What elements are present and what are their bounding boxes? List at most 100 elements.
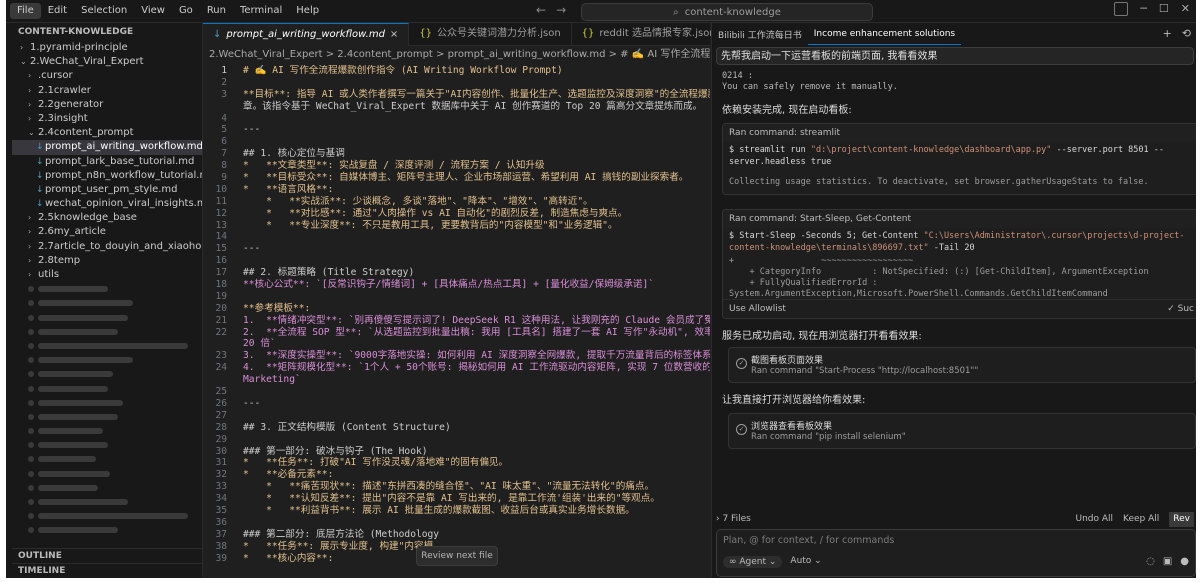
tree-folder[interactable]: › 2.1crawler [12, 84, 202, 98]
tree-file[interactable]: ↓prompt_n8n_workflow_tutorial.md [12, 169, 202, 183]
code-line[interactable]: 36 [203, 517, 710, 529]
command-center-search[interactable]: ⌕ content-knowledge [581, 3, 873, 21]
code-line[interactable]: 32 * **必备元素**: [203, 469, 710, 481]
code-line[interactable]: 7 ## 1. 核心定位与基调 [203, 148, 710, 160]
editor-tab[interactable]: {} reddit 选品情报专家.json [572, 23, 727, 45]
tree-file[interactable]: ↓wechat_opinion_viral_insights.md [12, 197, 202, 211]
code-line[interactable]: 21 1. **情绪冲突型**: `别再傻傻写提示词了! DeepSeek R1 … [203, 315, 710, 327]
code-line[interactable]: 8 * **文章类型**: 实战复盘 / 深度评测 / 流程方案 / 认知升级 [203, 160, 710, 172]
obscured-file-row[interactable] [12, 339, 202, 353]
tool-call-card[interactable]: ✓ 浏览器查看看板效果 Ran command "pip install sel… [728, 413, 1196, 449]
tree-folder[interactable]: › 2.3insight [12, 112, 202, 126]
tree-folder[interactable]: › 2.7article_to_douyin_and_xiaohongshu [12, 240, 202, 254]
composer-placeholder[interactable]: Plan, @ for context, / for commands [723, 535, 894, 546]
files-count[interactable]: 7 Files [722, 514, 750, 524]
obscured-file-row[interactable] [12, 367, 202, 381]
code-line[interactable]: 12 * **对比感**: 通过"人肉操作 vs AI 自动化"的剧烈反差, 制… [203, 208, 710, 220]
menu-view[interactable]: View [134, 0, 172, 22]
code-line[interactable]: 6 [203, 136, 710, 148]
code-line[interactable]: 22 2. **全流程 SOP 型**: `从选题监控到批量出稿: 我用 [工具名… [203, 327, 710, 339]
use-allowlist-button[interactable]: Use Allowlist [729, 304, 786, 314]
tree-file[interactable]: ↓prompt_user_pm_style.md [12, 183, 202, 197]
code-line[interactable]: 31 * **任务**: 打破"AI 写作没灵魂/落地难"的固有偏见。 [203, 457, 710, 469]
code-line[interactable]: 9 * **目标受众**: 自媒体博主、矩阵号主理人、企业市场部运营、希望利用 A… [203, 172, 710, 184]
code-line[interactable]: 13 * **专业深度**: 不只是教用工具, 更要教背后的"内容模型"和"业务… [203, 220, 710, 232]
menu-help[interactable]: Help [289, 0, 326, 22]
menu-file[interactable]: File [10, 3, 41, 19]
obscured-file-row[interactable] [12, 282, 202, 296]
chat-tab[interactable]: Income enhancement solutions [807, 24, 962, 45]
code-line[interactable]: 29 [203, 434, 710, 446]
code-line[interactable]: 26 --- [203, 398, 710, 410]
obscured-file-row[interactable] [12, 353, 202, 367]
command-title[interactable]: Ran command: streamlit [723, 124, 1196, 142]
new-chat-icon[interactable]: + [1163, 27, 1172, 40]
menu-edit[interactable]: Edit [41, 0, 74, 22]
code-line[interactable]: 1 # ✍️ AI 写作全流程爆款创作指令 (AI Writing Workflo… [203, 65, 710, 77]
undo-all-button[interactable]: Undo All [1075, 512, 1113, 527]
menu-terminal[interactable]: Terminal [233, 0, 289, 22]
code-line[interactable]: 10 * **语言风格**: [203, 184, 710, 196]
command-title[interactable]: Ran command: Start-Sleep, Get-Content [723, 210, 1196, 228]
editor-tab[interactable]: ↓ prompt_ai_writing_workflow.md × [203, 23, 410, 46]
code-line[interactable]: 19 [203, 291, 710, 303]
tree-folder[interactable]: › utils [12, 268, 202, 282]
code-line[interactable]: 34 * **认知反差**: 提出"内容不是靠 AI 写出来的, 是靠工作流'组… [203, 493, 710, 505]
code-line[interactable]: 27 [203, 410, 710, 422]
code-line[interactable]: 14 [203, 231, 710, 243]
obscured-file-row[interactable] [12, 509, 202, 523]
close-icon[interactable]: ✕ [1181, 2, 1190, 16]
editor-tab[interactable]: {} 公众号关键词潜力分析.json [409, 23, 572, 45]
code-line[interactable]: 33 * **痛苦现状**: 描述"东拼西凑的缝合怪"、"AI 味太重"、"流量… [203, 481, 710, 493]
obscured-file-row[interactable] [12, 495, 202, 509]
tree-folder[interactable]: ⌄ 2.4content_prompt [12, 126, 202, 140]
code-line[interactable]: 16 [203, 255, 710, 267]
tree-folder[interactable]: › 2.6my_article [12, 225, 202, 239]
obscured-file-row[interactable] [12, 438, 202, 452]
obscured-file-row[interactable] [12, 325, 202, 339]
keep-all-button[interactable]: Keep All [1123, 512, 1159, 527]
code-line[interactable]: 20 **参考模板**: [203, 303, 710, 315]
layout-icon[interactable] [1114, 2, 1129, 16]
code-line[interactable]: 30 ### 第一部分: 破冰与钩子 (The Hook) [203, 446, 710, 458]
code-line[interactable]: 28 ## 3. 正文结构模版 (Content Structure) [203, 422, 710, 434]
code-line[interactable]: 5 --- [203, 124, 710, 136]
breadcrumb[interactable]: 2.WeChat_Viral_Expert > 2.4content_promp… [203, 46, 710, 64]
code-line[interactable]: 37 ### 第二部分: 底层方法论 (Methodology [203, 529, 710, 541]
code-line[interactable]: 17 ## 2. 标题策略 (Title Strategy) [203, 267, 710, 279]
tree-folder[interactable]: › 2.2generator [12, 98, 202, 112]
review-next-file-button[interactable]: Review next file [416, 546, 498, 566]
model-selector[interactable]: Auto ⌄ [790, 556, 821, 568]
code-line[interactable]: 25 [203, 386, 710, 398]
code-line[interactable]: 3 **目标**: 指导 AI 或人类作者撰写一篇关于"AI内容创作、批量化生产、… [203, 89, 710, 101]
obscured-file-row[interactable] [12, 481, 202, 495]
code-line[interactable]: Marketing` [203, 374, 710, 386]
agent-mode-button[interactable]: ∞ Agent ⌄ [723, 556, 783, 568]
tree-folder[interactable]: › 1.pyramid-principle [12, 41, 202, 55]
image-icon[interactable]: ▣ [1163, 556, 1172, 567]
menu-run[interactable]: Run [200, 0, 233, 22]
obscured-file-row[interactable] [12, 424, 202, 438]
menu-go[interactable]: Go [172, 0, 200, 22]
obscured-file-row[interactable] [12, 296, 202, 310]
code-line[interactable]: 20 倍` [203, 338, 710, 350]
forward-arrow-icon[interactable]: → [556, 3, 566, 17]
obscured-file-row[interactable] [12, 382, 202, 396]
code-line[interactable]: 15 --- [203, 243, 710, 255]
code-line[interactable]: 24 4. **矩阵规模化型**: `1个人 + 50个账号: 揭秘如何用 AI … [203, 362, 710, 374]
timeline-section[interactable]: TIMELINE [12, 563, 208, 578]
code-line[interactable]: 4 [203, 113, 710, 125]
maximize-icon[interactable]: ☐ [1159, 2, 1169, 16]
code-view[interactable]: 1 # ✍️ AI 写作全流程爆款创作指令 (AI Writing Workflo… [203, 65, 710, 578]
code-line[interactable]: 章。该指令基于 WeChat_Viral_Expert 数据库中关于 AI 创作… [203, 101, 710, 113]
code-line[interactable]: 35 * **利益背书**: 展示 AI 批量生成的爆款截图、收益后台或真实业务… [203, 505, 710, 517]
tree-file[interactable]: ↓prompt_ai_writing_workflow.md [12, 140, 202, 155]
obscured-file-row[interactable] [12, 523, 202, 537]
obscured-file-row[interactable] [12, 467, 202, 481]
user-message[interactable]: 先帮我启动一下运营看板的前端页面, 我看看效果 [716, 47, 1194, 65]
send-icon[interactable]: ● [1180, 556, 1189, 567]
chat-composer[interactable]: Plan, @ for context, / for commands ∞ Ag… [716, 529, 1196, 577]
menu-selection[interactable]: Selection [74, 0, 134, 22]
tree-file[interactable]: ↓prompt_lark_base_tutorial.md [12, 155, 202, 169]
tree-folder[interactable]: ⌄ 2.WeChat_Viral_Expert [12, 55, 202, 69]
